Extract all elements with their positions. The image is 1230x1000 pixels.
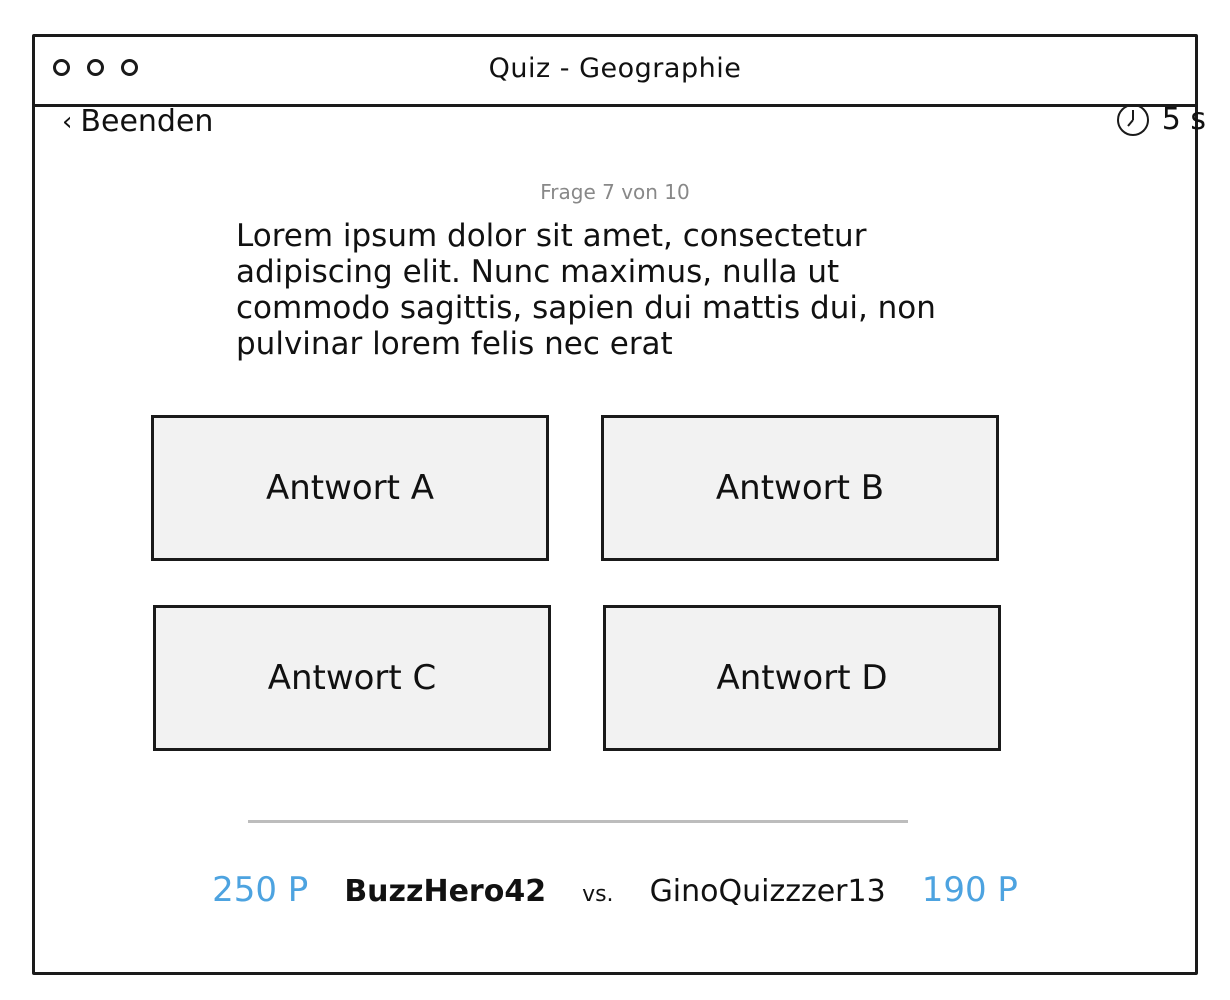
answer-d-button[interactable]: Antwort D — [603, 605, 1001, 751]
answer-a-button[interactable]: Antwort A — [151, 415, 549, 561]
clock-icon — [1116, 103, 1150, 137]
player1-score: 250 P — [212, 870, 309, 910]
timer-value: 5 s — [1161, 102, 1206, 137]
countdown-timer: 5 s — [1116, 102, 1206, 137]
quit-button[interactable]: ‹ Beenden — [62, 104, 213, 139]
chevron-left-icon: ‹ — [62, 106, 73, 137]
title-bar: Quiz - Geographie — [35, 37, 1195, 107]
time-progress-fill — [248, 820, 908, 823]
versus-label: vs. — [582, 882, 614, 907]
quit-button-label: Beenden — [80, 104, 214, 139]
answer-b-button[interactable]: Antwort B — [601, 415, 999, 561]
scoreboard: 250 P BuzzHero42 vs. GinoQuizzzer13 190 … — [0, 870, 1230, 910]
window-title: Quiz - Geographie — [488, 53, 742, 84]
player2-score: 190 P — [921, 870, 1018, 910]
time-progress-bar — [248, 820, 908, 823]
player1-name: BuzzHero42 — [344, 874, 547, 909]
answer-c-button[interactable]: Antwort C — [153, 605, 551, 751]
player2-name: GinoQuizzzer13 — [649, 874, 886, 909]
question-counter: Frage 7 von 10 — [540, 180, 690, 204]
question-text: Lorem ipsum dolor sit amet, consectetur … — [236, 218, 936, 362]
